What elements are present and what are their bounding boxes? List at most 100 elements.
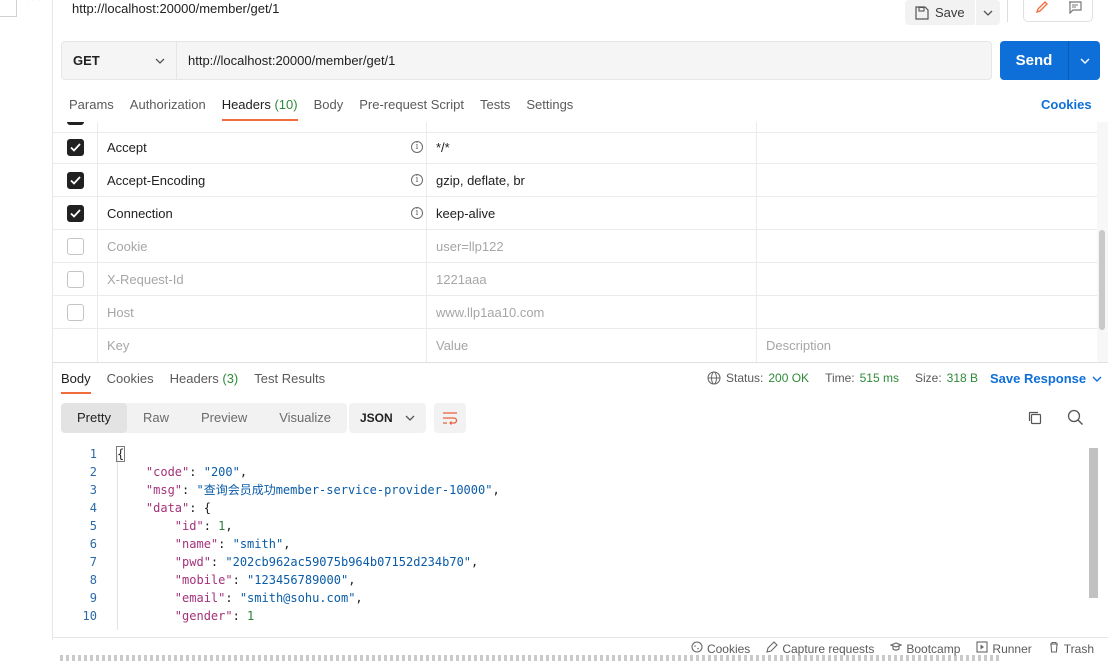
footer-capture-requests[interactable]: Capture requests	[766, 641, 874, 656]
response-tab-cookies[interactable]: Cookies	[99, 367, 162, 391]
empty-checkbox-cell	[53, 329, 98, 362]
method-select[interactable]: GET	[61, 41, 177, 80]
send-options-button[interactable]	[1068, 41, 1100, 80]
more-options-icon[interactable]: °°°	[25, 0, 42, 8]
header-description-cell[interactable]	[757, 296, 1097, 329]
tab-tests[interactable]: Tests	[472, 92, 518, 118]
tab-label: Headers	[169, 371, 219, 386]
header-key-cell[interactable]: Accept i	[98, 131, 427, 164]
header-enabled-checkbox[interactable]	[66, 238, 84, 255]
new-key-input[interactable]: Key	[98, 329, 427, 362]
response-tab-body[interactable]: Body	[53, 367, 99, 394]
response-tab-headers[interactable]: Headers (3)	[162, 367, 247, 391]
trash-icon	[1048, 641, 1060, 656]
view-tab-visualize[interactable]: Visualize	[263, 403, 347, 433]
edit-mode-button[interactable]	[1027, 0, 1056, 19]
view-tab-pretty[interactable]: Pretty	[61, 403, 127, 433]
footer-label: Bootcamp	[906, 641, 961, 656]
info-icon[interactable]: i	[411, 174, 423, 186]
tab-count: (3)	[222, 371, 239, 386]
view-tab-raw[interactable]: Raw	[127, 403, 185, 433]
table-row: X-Request-Id 1221aaa	[53, 263, 1097, 296]
wrap-lines-button[interactable]	[434, 403, 466, 433]
headers-scroll-thumb[interactable]	[1099, 230, 1105, 330]
chevron-down-icon	[155, 58, 165, 64]
footer-trash[interactable]: Trash	[1048, 641, 1094, 656]
header-enabled-checkbox[interactable]	[66, 172, 84, 189]
wrap-icon	[443, 412, 458, 425]
header-value-cell[interactable]: keep-alive	[427, 197, 757, 230]
panel-divider[interactable]	[53, 362, 1108, 363]
info-icon[interactable]: i	[411, 207, 423, 219]
send-button[interactable]: Send	[1000, 41, 1068, 80]
header-enabled-checkbox[interactable]	[66, 205, 84, 222]
code-text: "code": "200",	[145, 465, 248, 479]
search-button[interactable]	[1067, 409, 1084, 429]
header-value-cell[interactable]: gzip, deflate, br	[427, 164, 757, 197]
header-description-cell[interactable]	[757, 164, 1097, 197]
footer-cookies[interactable]: Cookies	[691, 641, 750, 656]
header-description-cell[interactable]	[757, 197, 1097, 230]
globe-icon[interactable]	[707, 371, 721, 385]
header-value-cell[interactable]: user=llp122	[427, 230, 757, 263]
tab-body[interactable]: Body	[306, 92, 352, 118]
header-key-cell[interactable]: Connection i	[98, 197, 427, 230]
code-scroll-thumb[interactable]	[1089, 448, 1098, 598]
save-options-button[interactable]	[975, 0, 1000, 25]
cookies-link[interactable]: Cookies	[1041, 97, 1092, 112]
new-value-input[interactable]: Value	[427, 329, 757, 362]
save-button[interactable]: Save	[905, 0, 975, 25]
info-icon[interactable]: i	[411, 141, 423, 153]
format-select[interactable]: JSON	[349, 403, 426, 433]
header-key-cell[interactable]: Accept-Encoding i	[98, 164, 427, 197]
view-mode-toggle	[1023, 0, 1093, 22]
tab-headers[interactable]: Headers (10)	[214, 92, 306, 121]
table-row-new: Key Value Description	[53, 329, 1097, 362]
url-input[interactable]: http://localhost:20000/member/get/1	[177, 41, 992, 80]
view-tab-preview[interactable]: Preview	[185, 403, 263, 433]
save-group: Save	[905, 0, 1000, 25]
response-body-editor[interactable]: 1{2 "code": "200", 3 "msg": "查询会员成功member…	[53, 445, 1087, 630]
header-value: user=llp122	[436, 239, 504, 254]
new-description-input[interactable]: Description	[757, 329, 1097, 362]
header-value-cell[interactable]: 1221aaa	[427, 263, 757, 296]
size-value[interactable]: 318 B	[947, 371, 978, 385]
table-row: Accept i */*	[53, 131, 1097, 164]
footer-bootcamp[interactable]: Bootcamp	[889, 641, 961, 656]
tab-label: Body	[61, 371, 91, 386]
tab-params[interactable]: Params	[61, 92, 122, 118]
tab-settings[interactable]: Settings	[518, 92, 581, 118]
header-value-cell[interactable]: */*	[427, 131, 757, 164]
status-value[interactable]: 200 OK	[768, 371, 809, 385]
chevron-down-icon	[1080, 58, 1089, 64]
header-description-cell[interactable]	[757, 263, 1097, 296]
header-enabled-checkbox[interactable]	[66, 139, 84, 156]
header-value-cell[interactable]: www.llp1aa10.com	[427, 296, 757, 329]
line-number: 7	[89, 555, 97, 569]
header-enabled-checkbox[interactable]	[66, 304, 84, 321]
header-key-cell[interactable]: Host	[98, 296, 427, 329]
tab-pre-request-script[interactable]: Pre-request Script	[351, 92, 472, 118]
code-text: "data": {	[145, 501, 211, 515]
chevron-down-icon	[405, 415, 415, 421]
code-text: "msg": "查询会员成功member-service-provider-10…	[145, 483, 500, 497]
header-key-cell[interactable]: Cookie	[98, 230, 427, 263]
header-value: www.llp1aa10.com	[436, 305, 545, 320]
table-row: Accept-Encoding i gzip, deflate, br	[53, 164, 1097, 197]
response-tab-test-results[interactable]: Test Results	[246, 367, 333, 391]
header-description-cell[interactable]	[757, 131, 1097, 164]
footer-label: Cookies	[706, 641, 751, 656]
row-checkbox-cell	[53, 131, 98, 164]
header-enabled-checkbox[interactable]	[66, 271, 84, 288]
comments-button[interactable]	[1060, 0, 1089, 19]
tab-label: Authorization	[129, 97, 206, 112]
copy-button[interactable]	[1027, 410, 1043, 429]
header-key-cell[interactable]: X-Request-Id	[98, 263, 427, 296]
header-description-cell[interactable]	[757, 230, 1097, 263]
request-title[interactable]: http://localhost:20000/member/get/1	[72, 1, 279, 16]
method-value: GET	[73, 53, 100, 68]
save-response-button[interactable]: Save Response	[990, 371, 1102, 386]
footer-runner[interactable]: Runner	[976, 641, 1032, 656]
tab-authorization[interactable]: Authorization	[122, 92, 214, 118]
time-value[interactable]: 515 ms	[860, 371, 899, 385]
